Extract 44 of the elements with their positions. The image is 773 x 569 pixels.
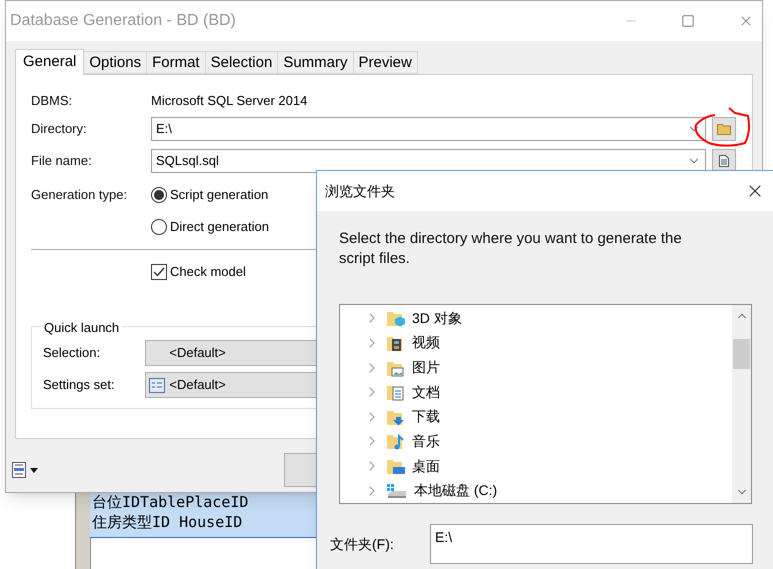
dropdown-field[interactable]: E:\ [151,117,706,141]
field-label: File name: [31,152,93,170]
tab[interactable]: Summary [278,51,354,74]
field-label: Selection: [43,344,102,362]
field-label: Directory: [31,120,88,138]
field-label: DBMS: [31,92,74,110]
tree-item[interactable]: 3D 对象 [340,306,732,331]
tab[interactable]: Preview [354,51,418,74]
document-icon [719,155,729,167]
tab[interactable]: Format [147,51,206,74]
folder-cube-icon [386,309,406,328]
caret-icon[interactable] [30,468,38,472]
tree-item[interactable]: 音乐 [340,429,732,454]
tab[interactable]: General [15,49,84,75]
text-line: 住房类型ID HouseID [92,512,244,532]
folder-monitor-icon [386,457,406,476]
document-list-icon[interactable] [12,462,26,478]
radio-option[interactable]: Script generation [151,179,269,211]
tab[interactable]: Options [84,51,148,74]
input-field[interactable]: E:\ [430,524,753,564]
folder-icon [717,123,731,135]
field-label: Generation type: [31,186,128,204]
field-label: Settings set: [43,376,116,394]
field-value: Microsoft SQL Server 2014 [151,92,308,110]
instruction-text: Select the directory where you want to generate the script files. [338,229,683,269]
checkmark-icon [153,267,165,277]
folder-document-icon [386,383,406,402]
scrollbar[interactable] [732,305,751,503]
dropdown-field[interactable]: SQLsql.sql [151,149,706,173]
maximize-icon[interactable] [681,14,695,28]
text-line: 台位IDTablePlaceID [92,492,250,512]
folder-music-note-icon [386,432,406,450]
tree-item[interactable]: 本地磁盘 (C:) [340,478,732,503]
scroll-thumb[interactable] [733,339,750,369]
field-label: 文件夹(F): [330,534,395,554]
list-icon [149,378,166,392]
window-title: Database Generation - BD (BD) [10,11,237,31]
window-title: 浏览文件夹 [325,182,396,200]
tree-item[interactable]: 下载 [340,404,732,430]
tree-item[interactable]: 桌面 [340,454,732,478]
checkbox-option[interactable]: Check model [151,262,246,282]
tab[interactable]: Selection [206,51,278,74]
radio-option[interactable]: Direct generation [151,211,269,243]
drive-icon [386,482,408,499]
